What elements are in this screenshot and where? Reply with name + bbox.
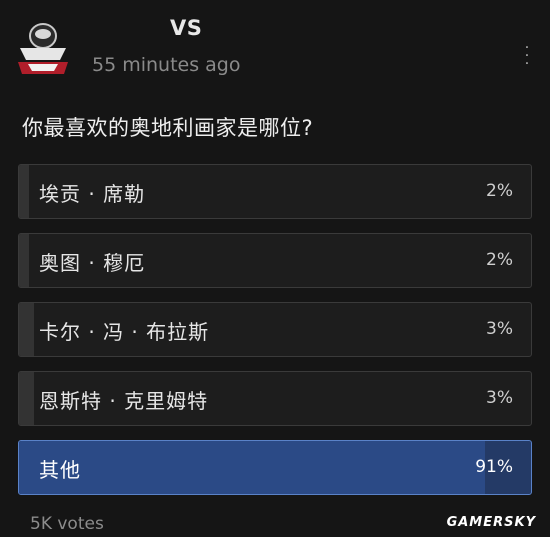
poll-option-label: 奥图 · 穆厄 (39, 251, 146, 275)
poll-option[interactable]: 埃贡 · 席勒 2% (18, 164, 532, 219)
poll-option-percent: 91% (475, 457, 513, 477)
poll-option-percent: 3% (486, 319, 513, 339)
poll-option-selected[interactable]: 其他 91% (18, 440, 532, 495)
poll-option-label: 其他 (39, 458, 81, 482)
poll-option-fill (19, 372, 35, 425)
poll-option-percent: 3% (486, 388, 513, 408)
poll-option[interactable]: 恩斯特 · 克里姆特 3% (18, 371, 532, 426)
poll-option-percent: 2% (486, 181, 513, 201)
poll-option-label: 埃贡 · 席勒 (39, 182, 146, 206)
watermark: GAMERSKY (446, 515, 536, 530)
poll-option-percent: 2% (486, 250, 513, 270)
poll-options: 埃贡 · 席勒 2% 奥图 · 穆厄 2% 卡尔 · 冯 · 布拉斯 3% 恩斯… (18, 164, 532, 509)
poll-option-label: 卡尔 · 冯 · 布拉斯 (39, 320, 210, 344)
poll-option-fill (19, 165, 30, 218)
poll-option[interactable]: 奥图 · 穆厄 2% (18, 233, 532, 288)
more-options-icon[interactable]: · · · (522, 41, 532, 71)
vote-count: 5K votes (30, 514, 104, 534)
avatar[interactable] (14, 16, 72, 78)
poll-option[interactable]: 卡尔 · 冯 · 布拉斯 3% (18, 302, 532, 357)
poll-question: 你最喜欢的奥地利画家是哪位? (22, 116, 314, 140)
poll-option-fill (19, 303, 35, 356)
post-timestamp: 55 minutes ago (92, 54, 241, 76)
poll-option-fill (19, 441, 485, 494)
poll-option-label: 恩斯特 · 克里姆特 (39, 389, 209, 413)
post-header: VS 55 minutes ago · · · (0, 0, 550, 90)
poll-option-fill (19, 234, 30, 287)
username[interactable]: VS (170, 16, 202, 40)
